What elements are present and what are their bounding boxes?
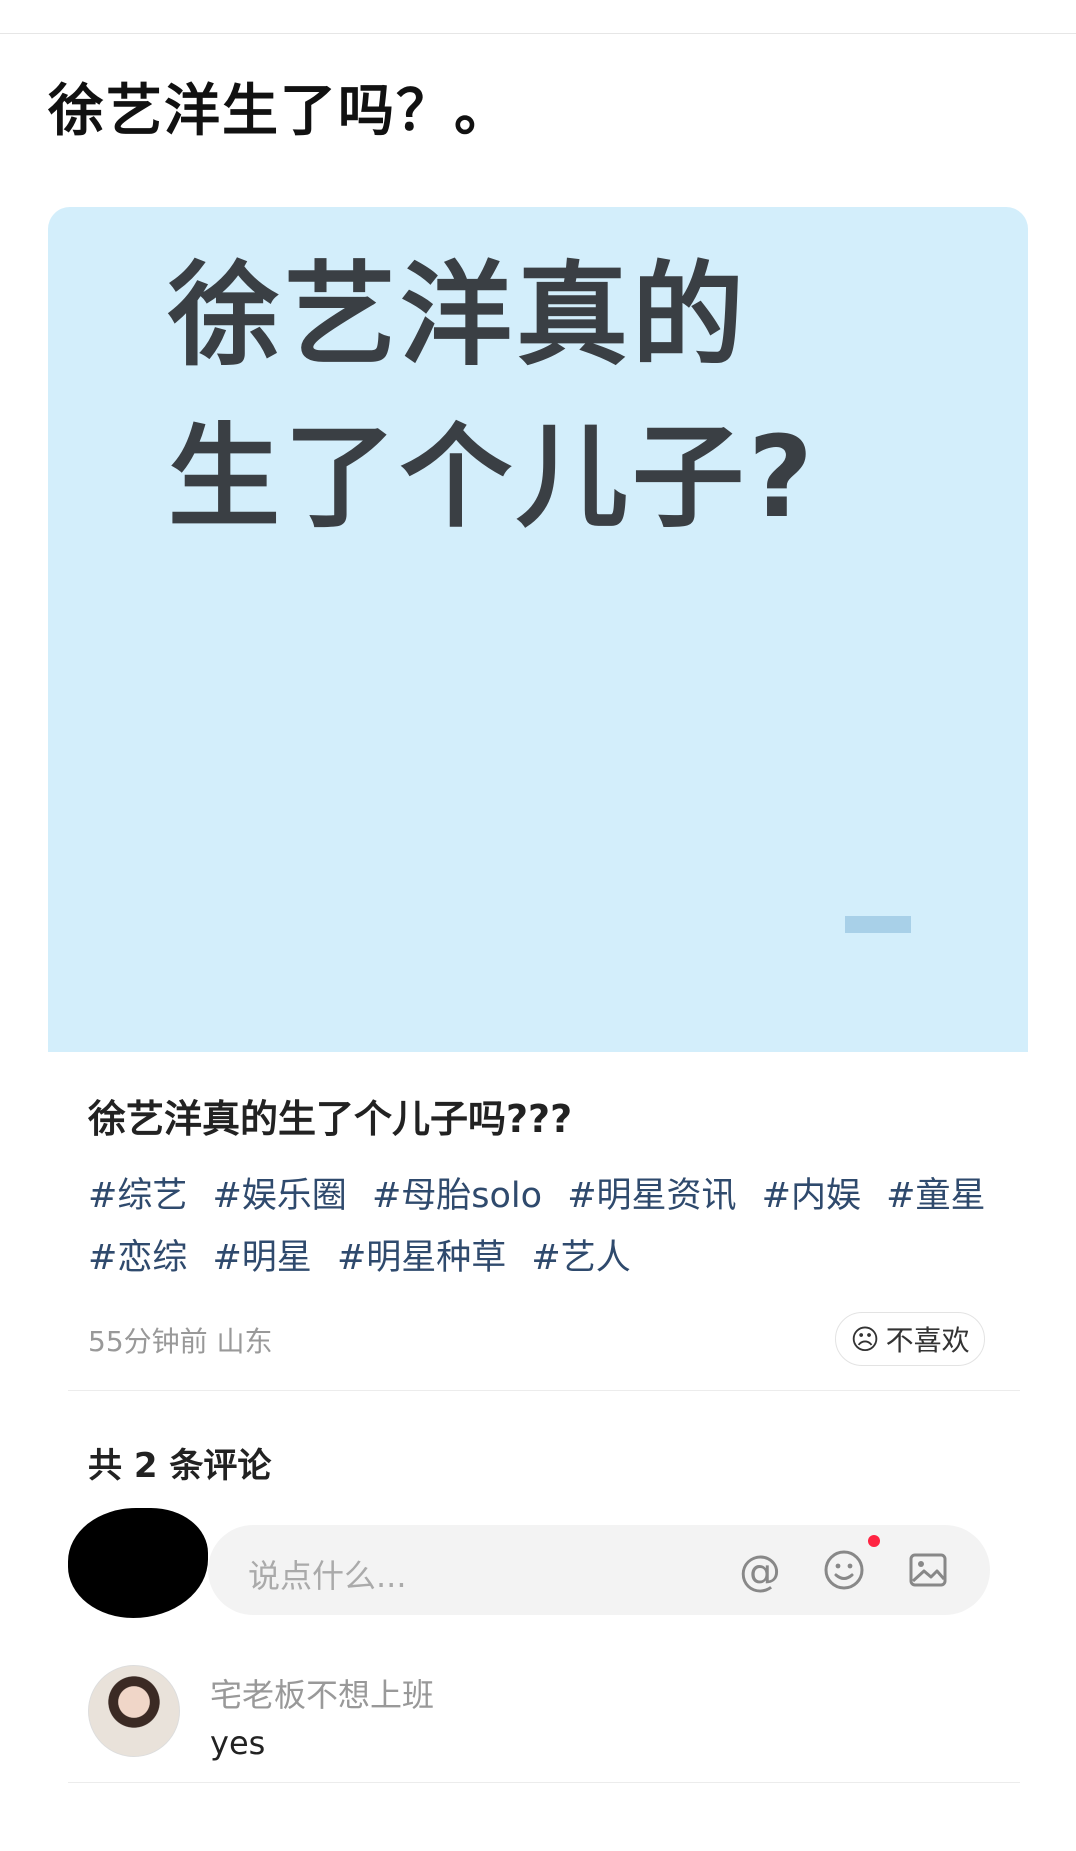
- dislike-label: 不喜欢: [885, 1324, 970, 1357]
- tag-link[interactable]: #明星资讯: [567, 1165, 736, 1227]
- page-title: 徐艺洋生了吗？。: [48, 79, 512, 144]
- top-divider: [0, 33, 1076, 34]
- commenter-avatar[interactable]: [88, 1665, 180, 1757]
- section-divider: [68, 1390, 1020, 1391]
- frown-face-icon: ☹: [850, 1322, 880, 1356]
- post-time: 55分钟前: [88, 1325, 208, 1358]
- tag-link[interactable]: #内娱: [762, 1165, 861, 1227]
- tag-link[interactable]: #明星: [212, 1227, 311, 1289]
- post-title: 徐艺洋真的生了个儿子吗???: [88, 1097, 573, 1141]
- current-user-avatar: [68, 1508, 208, 1618]
- post-cover-image[interactable]: 徐艺洋真的 生了个儿子?: [48, 207, 1028, 1052]
- dislike-button[interactable]: ☹ 不喜欢: [835, 1312, 985, 1366]
- post-meta: 55分钟前 山东: [88, 1320, 273, 1360]
- cover-text-line-2: 生了个儿子?: [168, 413, 817, 543]
- comment-author[interactable]: 宅老板不想上班: [210, 1670, 434, 1716]
- post-location: 山东: [216, 1325, 273, 1358]
- comment-input-placeholder: 说点什么...: [248, 1557, 407, 1595]
- tag-link[interactable]: #明星种草: [337, 1227, 506, 1289]
- tag-link[interactable]: #恋综: [88, 1227, 187, 1289]
- tag-link[interactable]: #娱乐圈: [212, 1165, 346, 1227]
- tag-link[interactable]: #艺人: [531, 1227, 630, 1289]
- cover-decoration-bar: [845, 916, 911, 933]
- section-divider: [68, 1782, 1020, 1783]
- cover-text: 徐艺洋真的 生了个儿子?: [168, 235, 817, 559]
- image-icon[interactable]: [906, 1548, 950, 1592]
- post-tags: #综艺 #娱乐圈 #母胎solo #明星资讯 #内娱 #童星 #恋综 #明星 #…: [88, 1165, 1008, 1289]
- comment-input[interactable]: 说点什么... @: [208, 1525, 990, 1615]
- tag-link[interactable]: #母胎solo: [372, 1165, 542, 1227]
- cover-text-line-1: 徐艺洋真的: [168, 251, 748, 381]
- at-icon[interactable]: @: [738, 1546, 782, 1595]
- comment-text: yes: [210, 1724, 266, 1762]
- emoji-icon[interactable]: [822, 1548, 866, 1592]
- notification-dot: [868, 1535, 880, 1547]
- comment-count: 共 2 条评论: [88, 1446, 272, 1486]
- tag-link[interactable]: #童星: [886, 1165, 985, 1227]
- tag-link[interactable]: #综艺: [88, 1165, 187, 1227]
